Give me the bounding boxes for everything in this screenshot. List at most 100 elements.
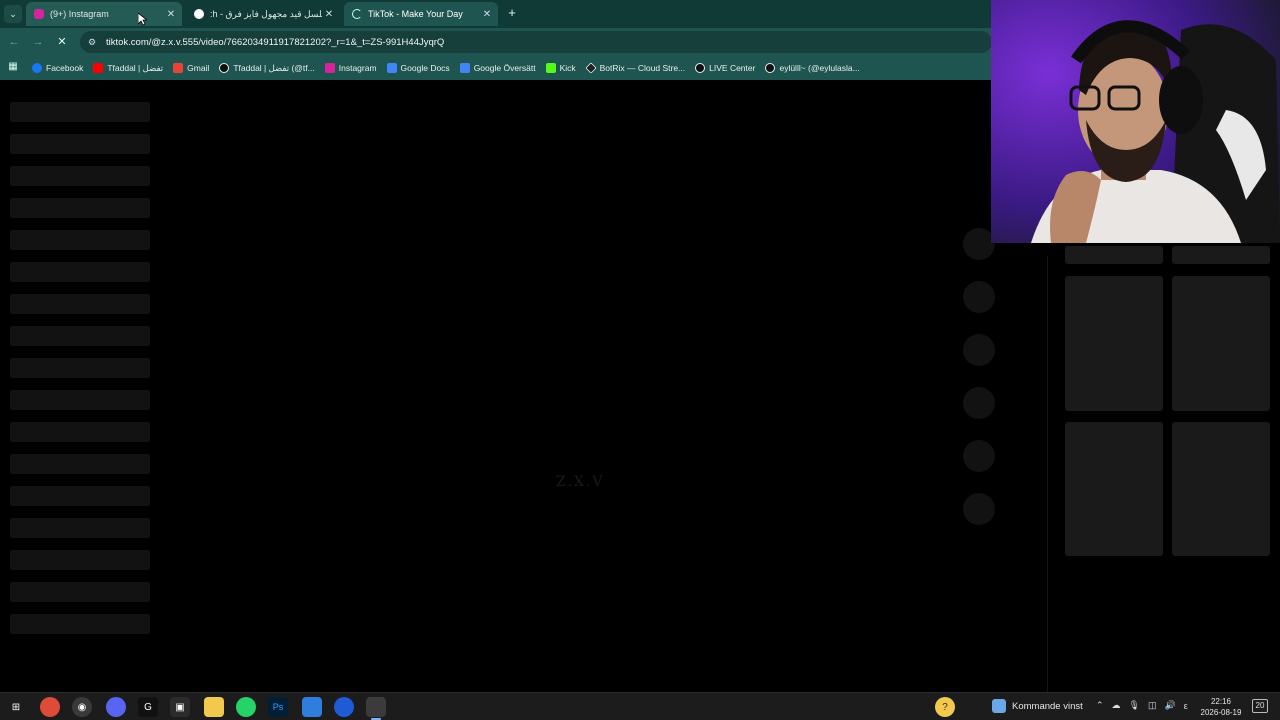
app-blue-icon[interactable] xyxy=(302,697,322,717)
bookmark-live-center[interactable]: LIVE Center xyxy=(695,63,755,73)
bookmark-tfaddal-tiktok[interactable]: Tfaddal | تفضل (@tf... xyxy=(219,62,315,74)
bookmark-botrix[interactable]: BotRix — Cloud Stre... xyxy=(584,62,686,74)
address-bar[interactable]: ⚙ tiktok.com/@z.x.v.555/video/7662034911… xyxy=(80,31,992,53)
photoshop-icon[interactable]: Ps xyxy=(268,697,288,717)
apps-grid-icon[interactable]: ▦ xyxy=(6,61,20,75)
skeleton-row xyxy=(10,134,150,154)
system-tray: ⌃ ☁ 🎙 ◫ 🔊 ε xyxy=(1096,700,1196,711)
close-icon[interactable]: ✕ xyxy=(164,9,178,20)
bookmark-label: Instagram xyxy=(338,63,377,73)
bookmark-tfaddal-youtube[interactable]: Tfaddal | تفضل xyxy=(93,63,163,74)
bookmark-gmail[interactable]: Gmail xyxy=(173,63,209,73)
google-icon xyxy=(194,9,204,19)
help-icon[interactable]: ? xyxy=(935,697,955,717)
botrix-icon xyxy=(584,62,597,74)
chrome-icon[interactable] xyxy=(40,697,60,717)
bookmark-label: Google Docs xyxy=(400,63,450,73)
volume-icon[interactable]: 🔊 xyxy=(1165,700,1176,711)
discord-icon[interactable] xyxy=(106,697,126,717)
app-icon[interactable]: ▣ xyxy=(170,697,190,717)
streamer-webcam-image xyxy=(991,0,1280,243)
bookmark-label: eylülll~ (@eylulasla... xyxy=(779,63,860,73)
clock-time: 22:16 xyxy=(1210,697,1232,706)
bookmark-label: BotRix — Cloud Stre... xyxy=(599,63,686,73)
language-indicator[interactable]: ε xyxy=(1184,701,1188,711)
video-card-placeholder[interactable] xyxy=(1065,246,1163,264)
action-button-placeholder[interactable] xyxy=(963,281,995,313)
tab-tiktok[interactable]: TikTok - Make Your Day ✕ xyxy=(344,2,498,26)
video-actions-skeleton xyxy=(963,228,995,546)
skeleton-row xyxy=(10,326,150,346)
new-tab-button[interactable]: + xyxy=(504,5,520,21)
video-card-placeholder[interactable] xyxy=(1172,422,1270,556)
tab-search-button[interactable]: ⌄ xyxy=(4,5,22,23)
mouse-cursor-icon xyxy=(138,13,147,26)
bookmark-google-translate[interactable]: Google Översätt xyxy=(459,63,536,73)
app-circle-icon[interactable] xyxy=(334,697,354,717)
webcam-overlay xyxy=(991,0,1280,243)
tab-instagram[interactable]: (9+) Instagram ✕ xyxy=(26,2,182,26)
forward-button[interactable]: → xyxy=(30,34,46,50)
app-g-icon[interactable]: G xyxy=(138,697,158,717)
bookmark-eylul[interactable]: eylülll~ (@eylulasla... xyxy=(765,63,860,73)
microphone-icon[interactable]: 🎙 xyxy=(1129,700,1140,711)
bookmark-facebook[interactable]: Facebook xyxy=(32,63,83,73)
arrow-right-icon: → xyxy=(32,36,44,48)
bookmark-label: Tfaddal | تفضل (@tf... xyxy=(233,62,315,73)
windows-start-icon[interactable]: ⊞ xyxy=(6,697,26,717)
weather-label: Kommande vinst xyxy=(1012,700,1083,712)
video-card-placeholder[interactable] xyxy=(1172,246,1270,264)
skeleton-row xyxy=(10,390,150,410)
clock[interactable]: 22:16 2026-08-19 xyxy=(1198,696,1244,718)
close-icon[interactable]: ✕ xyxy=(322,9,336,20)
action-button-placeholder[interactable] xyxy=(963,493,995,525)
kick-icon xyxy=(545,63,556,73)
notification-center-button[interactable]: 20 xyxy=(1252,699,1268,713)
bookmark-label: Google Översätt xyxy=(473,63,536,73)
bookmark-google-docs[interactable]: Google Docs xyxy=(386,63,450,73)
site-settings-icon[interactable]: ⚙ xyxy=(88,37,98,47)
video-card-placeholder[interactable] xyxy=(1172,276,1270,411)
skeleton-row xyxy=(10,582,150,602)
file-explorer-icon[interactable] xyxy=(204,697,224,717)
back-button[interactable]: ← xyxy=(6,34,22,50)
skeleton-row xyxy=(10,294,150,314)
bookmark-label: Kick xyxy=(559,63,576,73)
instagram-icon xyxy=(34,9,44,19)
screen: ⌄ (9+) Instagram ✕ :h - مسلسل قيد مجهول … xyxy=(0,0,1280,720)
weather-widget[interactable]: Kommande vinst xyxy=(992,699,1083,713)
tab-series[interactable]: :h - مسلسل قيد مجهول فايز فرق ✕ xyxy=(186,2,340,26)
sidebar-skeleton xyxy=(10,102,150,646)
stop-loading-button[interactable]: ✕ xyxy=(54,34,70,50)
skeleton-row xyxy=(10,454,150,474)
skeleton-row xyxy=(10,358,150,378)
video-card-placeholder[interactable] xyxy=(1065,276,1163,411)
bookmark-instagram[interactable]: Instagram xyxy=(324,63,377,73)
close-icon[interactable]: ✕ xyxy=(480,9,494,20)
gmail-icon xyxy=(173,63,184,73)
close-icon: ✕ xyxy=(57,36,67,48)
tiktok-icon xyxy=(219,63,230,73)
skeleton-row xyxy=(10,166,150,186)
obs-icon[interactable]: ◉ xyxy=(72,697,92,717)
action-button-placeholder[interactable] xyxy=(963,440,995,472)
chevron-up-icon[interactable]: ⌃ xyxy=(1096,700,1104,711)
network-icon[interactable]: ☁ xyxy=(1112,700,1121,711)
action-button-placeholder[interactable] xyxy=(963,387,995,419)
wifi-icon[interactable]: ◫ xyxy=(1148,700,1157,711)
skeleton-row xyxy=(10,230,150,250)
tab-label: TikTok - Make Your Day xyxy=(368,9,463,19)
skeleton-row xyxy=(10,550,150,570)
whatsapp-icon[interactable] xyxy=(236,697,256,717)
skeleton-row xyxy=(10,486,150,506)
bookmark-label: LIVE Center xyxy=(709,63,756,73)
tiktok-icon xyxy=(765,63,776,73)
video-card-placeholder[interactable] xyxy=(1065,422,1163,556)
chrome-active-icon[interactable] xyxy=(366,697,386,717)
bookmark-kick[interactable]: Kick xyxy=(545,63,576,73)
video-watermark: Z.X.V xyxy=(556,474,605,490)
action-button-placeholder[interactable] xyxy=(963,334,995,366)
facebook-icon xyxy=(32,63,42,73)
bookmark-label: Tfaddal | تفضل xyxy=(107,62,164,73)
youtube-icon xyxy=(93,63,104,73)
